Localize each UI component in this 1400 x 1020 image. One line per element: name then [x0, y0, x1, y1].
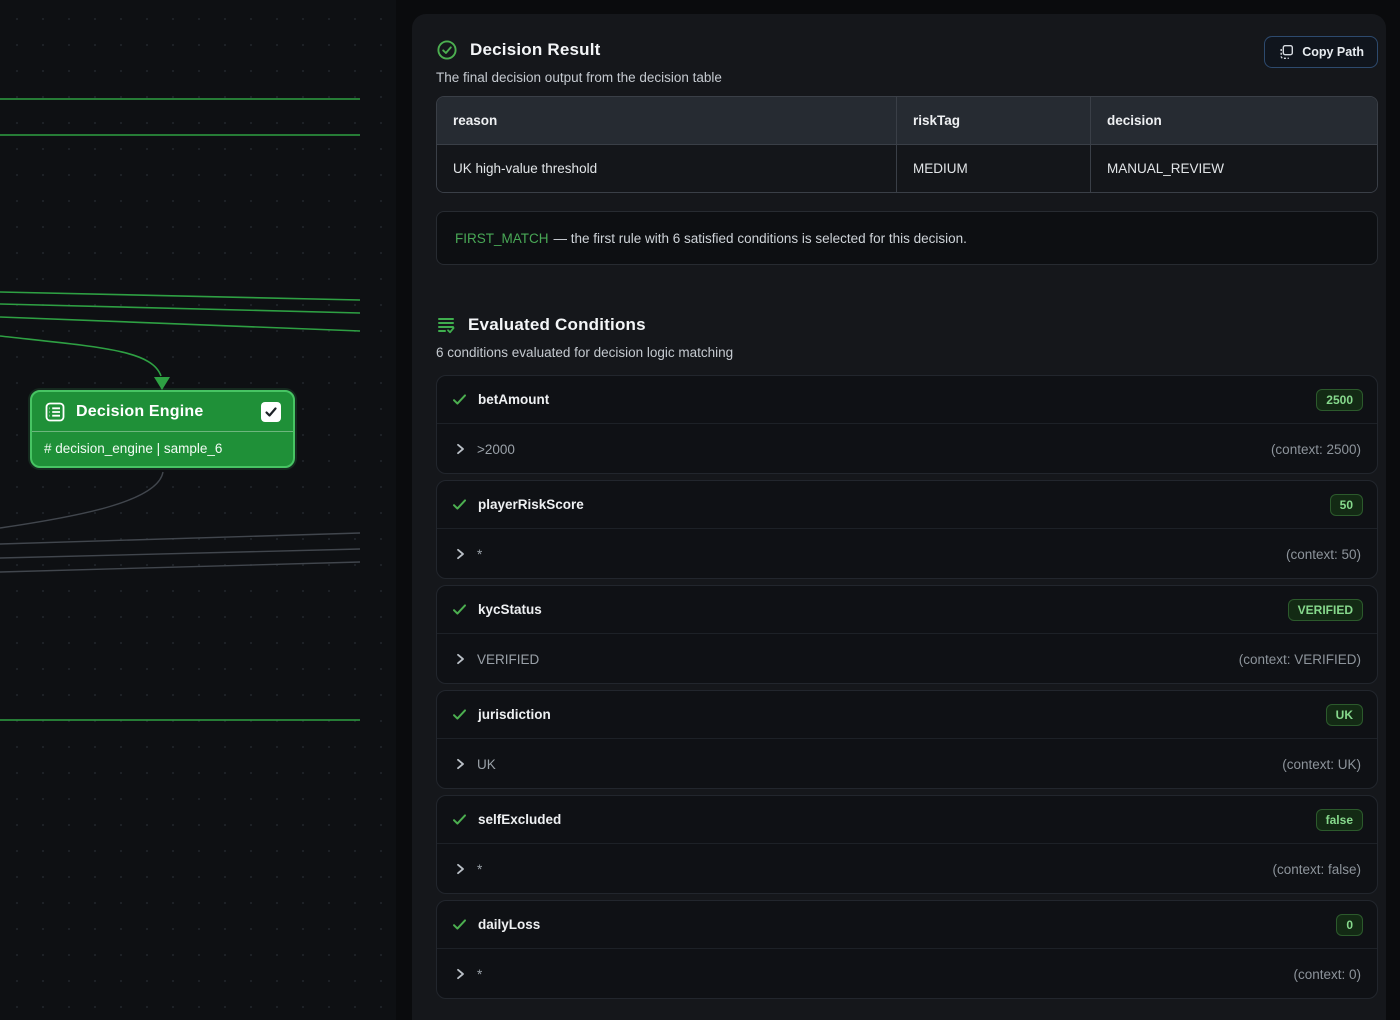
chevron-right-icon[interactable]: [454, 968, 466, 980]
edge-gray-3: [0, 562, 360, 572]
check-icon: [452, 812, 467, 827]
edge-green-fan-3: [0, 317, 360, 331]
condition-expression: VERIFIED: [477, 652, 539, 667]
chevron-right-icon[interactable]: [454, 653, 466, 665]
check-icon: [452, 917, 467, 932]
node-checkbox[interactable]: [261, 402, 281, 422]
condition-expand-row[interactable]: VERIFIED (context: VERIFIED): [437, 634, 1377, 684]
decision-result-subtitle: The final decision output from the decis…: [436, 70, 1264, 85]
condition-name: playerRiskScore: [478, 497, 584, 512]
edge-green-fan-1: [0, 292, 360, 300]
condition-name: jurisdiction: [478, 707, 551, 722]
match-policy-name: FIRST_MATCH: [455, 231, 549, 246]
condition-header: selfExcluded false: [437, 796, 1377, 844]
condition-card-selfexcluded: selfExcluded false * (context: false): [436, 795, 1378, 894]
condition-header: dailyLoss 0: [437, 901, 1377, 949]
edge-green-fan-2: [0, 304, 360, 313]
table-cell-risktag: MEDIUM: [896, 145, 1090, 192]
check-icon: [452, 707, 467, 722]
condition-expand-row[interactable]: * (context: false): [437, 844, 1377, 894]
node-title: Decision Engine: [76, 403, 203, 421]
table-row: UK high-value threshold MEDIUM MANUAL_RE…: [437, 144, 1377, 192]
condition-header: betAmount 2500: [437, 376, 1377, 424]
copy-path-label: Copy Path: [1302, 45, 1364, 59]
check-icon: [452, 392, 467, 407]
copy-path-button[interactable]: Copy Path: [1264, 36, 1378, 68]
condition-value-badge: 0: [1336, 914, 1363, 936]
condition-card-betamount: betAmount 2500 >2000 (context: 2500): [436, 375, 1378, 474]
table-header-row: reason riskTag decision: [437, 97, 1377, 144]
condition-name: betAmount: [478, 392, 549, 407]
condition-name: dailyLoss: [478, 917, 540, 932]
condition-card-dailyloss: dailyLoss 0 * (context: 0): [436, 900, 1378, 999]
decision-result-header-row: Decision Result The final decision outpu…: [436, 36, 1378, 85]
decision-result-table: reason riskTag decision UK high-value th…: [436, 96, 1378, 193]
node-header: Decision Engine: [32, 392, 293, 432]
edge-gray-2: [0, 549, 360, 558]
table-header-risktag: riskTag: [896, 97, 1090, 144]
edge-arrowhead: [154, 377, 170, 390]
circle-check-icon: [436, 39, 458, 61]
condition-expand-row[interactable]: UK (context: UK): [437, 739, 1377, 789]
table-header-reason: reason: [437, 97, 896, 144]
chevron-right-icon[interactable]: [454, 758, 466, 770]
evaluated-conditions-header: Evaluated Conditions 6 conditions evalua…: [436, 311, 1378, 360]
condition-context: (context: 0): [1293, 967, 1361, 982]
condition-expand-row[interactable]: * (context: 50): [437, 529, 1377, 579]
outgoing-gray-edges: [0, 472, 360, 572]
table-cell-reason: UK high-value threshold: [437, 145, 896, 192]
edge-green-curve-into-node: [0, 336, 161, 376]
decision-engine-node[interactable]: Decision Engine # decision_engine | samp…: [30, 390, 295, 468]
condition-card-list: betAmount 2500 >2000 (context: 2500) pla…: [436, 375, 1378, 999]
list-check-icon: [436, 315, 456, 335]
condition-expand-row[interactable]: >2000 (context: 2500): [437, 424, 1377, 474]
chevron-right-icon[interactable]: [454, 863, 466, 875]
condition-context: (context: VERIFIED): [1239, 652, 1361, 667]
condition-expression: *: [477, 967, 482, 982]
condition-expression: *: [477, 547, 482, 562]
match-policy-text: — the first rule with 6 satisfied condit…: [554, 231, 967, 246]
condition-expand-row[interactable]: * (context: 0): [437, 949, 1377, 999]
decision-table-icon: [44, 401, 66, 423]
flow-canvas[interactable]: Decision Engine # decision_engine | samp…: [0, 0, 396, 1020]
flow-edges: [0, 0, 396, 1020]
chevron-right-icon[interactable]: [454, 548, 466, 560]
condition-context: (context: false): [1272, 862, 1361, 877]
condition-card-playerriskscore: playerRiskScore 50 * (context: 50): [436, 480, 1378, 579]
condition-expression: *: [477, 862, 482, 877]
condition-name: selfExcluded: [478, 812, 561, 827]
decision-result-title: Decision Result: [470, 40, 601, 60]
edge-gray-1: [0, 533, 360, 544]
condition-value-badge: false: [1316, 809, 1363, 831]
condition-header: playerRiskScore 50: [437, 481, 1377, 529]
condition-value-badge: 50: [1330, 494, 1363, 516]
evaluated-conditions-title: Evaluated Conditions: [468, 315, 646, 335]
condition-expression: >2000: [477, 442, 515, 457]
details-panel: Decision Result The final decision outpu…: [412, 14, 1386, 1020]
condition-context: (context: 50): [1286, 547, 1361, 562]
condition-value-badge: UK: [1326, 704, 1363, 726]
condition-card-jurisdiction: jurisdiction UK UK (context: UK): [436, 690, 1378, 789]
condition-value-badge: 2500: [1316, 389, 1363, 411]
check-icon: [452, 497, 467, 512]
condition-name: kycStatus: [478, 602, 542, 617]
chevron-right-icon[interactable]: [454, 443, 466, 455]
condition-expression: UK: [477, 757, 496, 772]
condition-card-kycstatus: kycStatus VERIFIED VERIFIED (context: VE…: [436, 585, 1378, 684]
condition-header: kycStatus VERIFIED: [437, 586, 1377, 634]
table-cell-decision: MANUAL_REVIEW: [1090, 145, 1377, 192]
evaluated-conditions-subtitle: 6 conditions evaluated for decision logi…: [436, 345, 1378, 360]
table-header-decision: decision: [1090, 97, 1377, 144]
node-subtitle: # decision_engine | sample_6: [32, 432, 293, 466]
edge-gray-curve-from-node: [0, 472, 163, 528]
condition-value-badge: VERIFIED: [1288, 599, 1363, 621]
match-policy-note: FIRST_MATCH — the first rule with 6 sati…: [436, 211, 1378, 265]
condition-context: (context: 2500): [1271, 442, 1361, 457]
condition-header: jurisdiction UK: [437, 691, 1377, 739]
copy-icon: [1278, 44, 1294, 60]
condition-context: (context: UK): [1282, 757, 1361, 772]
check-icon: [452, 602, 467, 617]
